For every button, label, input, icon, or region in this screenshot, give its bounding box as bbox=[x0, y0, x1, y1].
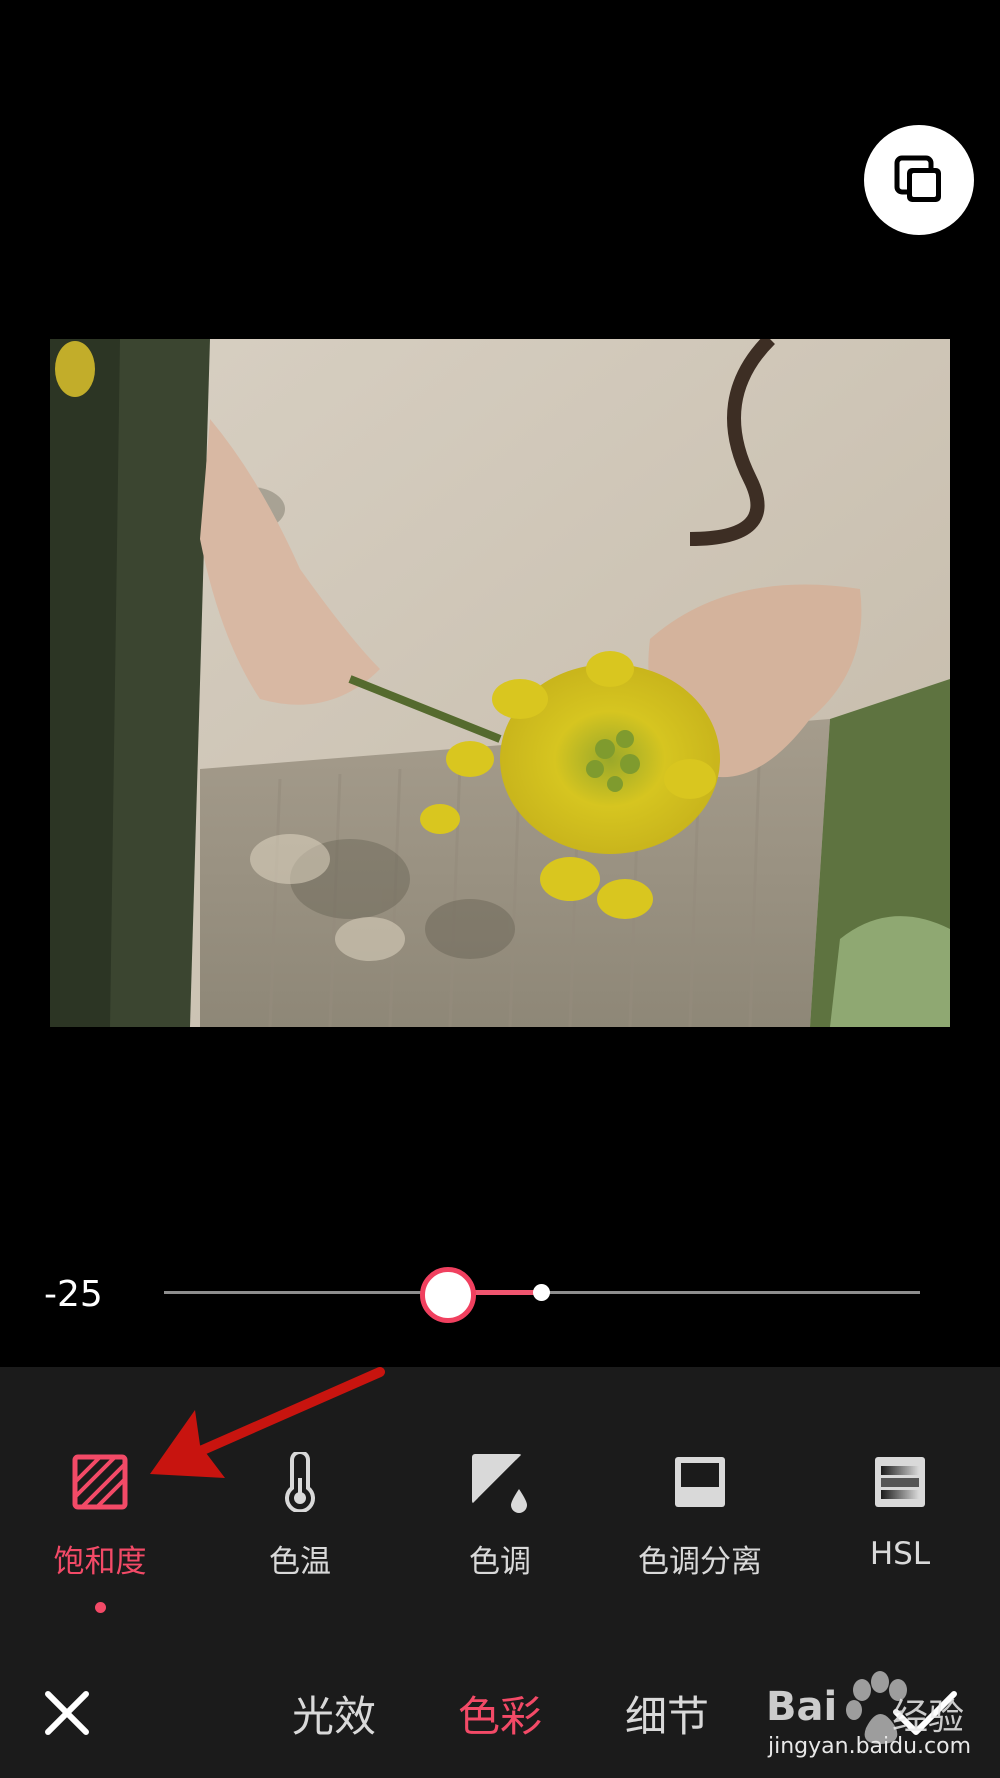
hsl-icon bbox=[875, 1457, 925, 1507]
photo-preview bbox=[50, 339, 950, 1027]
watermark-brand: Bai bbox=[766, 1684, 838, 1730]
tool-label: 饱和度 bbox=[53, 1544, 147, 1580]
tab-detail[interactable]: 细节 bbox=[625, 1683, 709, 1744]
tool-label: 色调分离 bbox=[638, 1544, 762, 1580]
slider-thumb[interactable] bbox=[420, 1267, 476, 1323]
tool-label: 色温 bbox=[269, 1544, 331, 1580]
compare-icon bbox=[894, 155, 941, 202]
split-toning-icon bbox=[675, 1457, 725, 1507]
tool-hsl[interactable]: HSL bbox=[810, 1450, 990, 1572]
tool-split-toning[interactable]: 色调分离 bbox=[610, 1450, 790, 1581]
active-indicator-dot bbox=[95, 1602, 106, 1613]
tool-temperature[interactable]: 色温 bbox=[210, 1450, 390, 1581]
slider-center-marker bbox=[533, 1284, 550, 1301]
tool-label: 色调 bbox=[469, 1544, 531, 1580]
tint-icon bbox=[472, 1454, 527, 1513]
close-icon bbox=[45, 1691, 89, 1735]
tab-light[interactable]: 光效 bbox=[292, 1683, 376, 1744]
tool-label: HSL bbox=[869, 1536, 931, 1572]
watermark-url: jingyan.baidu.com bbox=[768, 1734, 972, 1759]
close-button[interactable] bbox=[40, 1686, 94, 1740]
thermometer-icon bbox=[285, 1452, 315, 1512]
watermark-brand-cn: 经验 bbox=[892, 1697, 965, 1738]
slider-value: -25 bbox=[44, 1274, 103, 1315]
tool-saturation[interactable]: 饱和度 bbox=[10, 1450, 190, 1581]
compare-button[interactable] bbox=[864, 125, 974, 235]
saturation-icon bbox=[72, 1454, 128, 1510]
tool-tint[interactable]: 色调 bbox=[410, 1450, 590, 1581]
tab-color[interactable]: 色彩 bbox=[458, 1683, 542, 1744]
